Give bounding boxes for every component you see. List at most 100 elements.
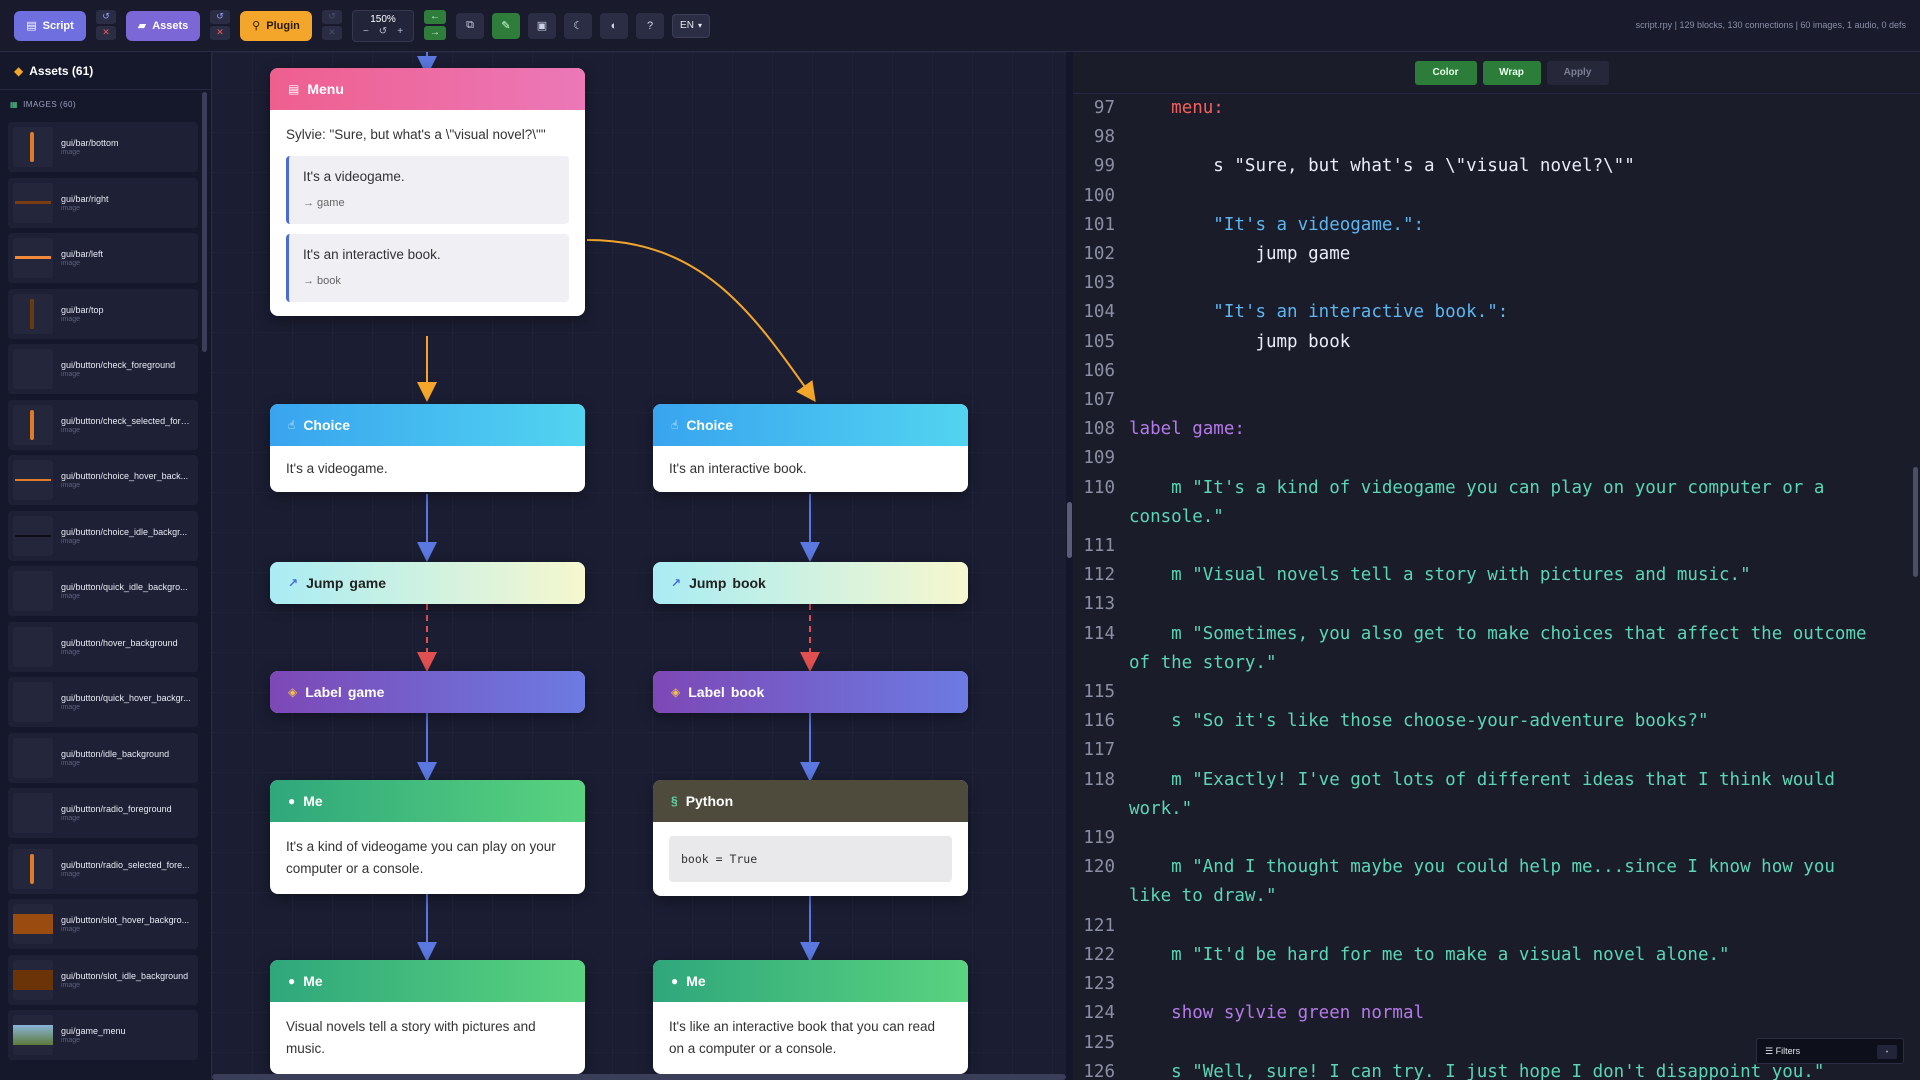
code-line[interactable]: 119: [1073, 824, 1920, 853]
choice-node-left[interactable]: ☝ Choice It's a videogame.: [270, 404, 585, 492]
code-line[interactable]: 118 m "Exactly! I've got lots of differe…: [1073, 766, 1920, 824]
resize-handle[interactable]: [1067, 502, 1072, 558]
code-line[interactable]: 106: [1073, 357, 1920, 386]
pen-icon[interactable]: ✎: [492, 12, 520, 39]
code-line[interactable]: 107: [1073, 386, 1920, 415]
moon-icon[interactable]: ☾: [564, 12, 592, 39]
code-line[interactable]: 104 "It's an interactive book.":: [1073, 298, 1920, 327]
script-button[interactable]: ▤ Script: [14, 10, 86, 41]
collapse-button[interactable]: •: [1877, 1045, 1897, 1059]
line-text: [1115, 970, 1885, 999]
dialogue-node-me[interactable]: ● Me It's a kind of videogame you can pla…: [270, 780, 585, 894]
save-icon[interactable]: ▣: [528, 12, 556, 39]
canvas-horizontal-scrollbar[interactable]: [212, 1074, 1066, 1080]
zoom-in-button[interactable]: +: [397, 26, 403, 37]
code-line[interactable]: 108 label game:: [1073, 415, 1920, 444]
refresh-icon[interactable]: ↺: [322, 9, 342, 24]
code-line[interactable]: 120 m "And I thought maybe you could hel…: [1073, 853, 1920, 911]
code-line[interactable]: 97 menu:: [1073, 94, 1920, 123]
asset-thumbnail: [13, 460, 53, 500]
asset-item[interactable]: gui/button/check_selected_fore... image: [8, 399, 198, 450]
refresh-icon[interactable]: ↺: [210, 9, 230, 24]
close-icon[interactable]: ✕: [322, 25, 342, 40]
filters-panel[interactable]: ☰ Filters •: [1756, 1038, 1904, 1064]
code-line[interactable]: 114 m "Sometimes, you also get to make c…: [1073, 620, 1920, 678]
asset-item[interactable]: gui/button/choice_hover_back... image: [8, 455, 198, 505]
asset-type: image: [61, 704, 81, 711]
asset-item[interactable]: gui/game_menu image: [8, 1010, 198, 1060]
python-node[interactable]: § Python book = True: [653, 780, 968, 896]
close-icon[interactable]: ✕: [210, 25, 230, 40]
code-line[interactable]: 122 m "It'd be hard for me to make a vis…: [1073, 941, 1920, 970]
sidebar-scrollbar[interactable]: [202, 92, 207, 352]
pointing-hand-icon: ☝: [671, 418, 679, 432]
asset-item[interactable]: gui/button/choice_idle_backgr... image: [8, 510, 198, 561]
asset-item[interactable]: gui/bar/right image: [8, 177, 198, 228]
pane-divider[interactable]: [1066, 52, 1073, 1080]
code-area[interactable]: 97 menu: 98 99 s "Sure, but what's a \"vis…: [1073, 94, 1920, 1080]
zoom-out-button[interactable]: −: [363, 26, 369, 37]
menu-node[interactable]: ▤ Menu Sylvie: "Sure, but what's a \"visu…: [270, 68, 585, 316]
asset-item[interactable]: gui/bar/left image: [8, 233, 198, 283]
dialogue-node-me[interactable]: ● Me Visual novels tell a story with pict…: [270, 960, 585, 1074]
code-line[interactable]: 123: [1073, 970, 1920, 999]
code-line[interactable]: 112 m "Visual novels tell a story with p…: [1073, 561, 1920, 590]
asset-name: gui/bar/top: [61, 304, 104, 315]
code-line[interactable]: 113: [1073, 590, 1920, 619]
asset-item[interactable]: gui/button/hover_background image: [8, 621, 198, 672]
editor-scrollbar[interactable]: [1913, 467, 1918, 577]
label-node-left[interactable]: ◈ Label game: [270, 671, 585, 713]
asset-name: gui/button/check_foreground: [61, 360, 176, 370]
plugin-button[interactable]: ⚲ Plugin: [240, 10, 312, 41]
images-section-header[interactable]: ▦ IMAGES (60): [0, 90, 211, 118]
code-line[interactable]: 110 m "It's a kind of videogame you can …: [1073, 474, 1920, 532]
code-line[interactable]: 101 "It's a videogame.":: [1073, 211, 1920, 240]
asset-item[interactable]: gui/bar/top image: [8, 288, 198, 339]
code-line[interactable]: 116 s "So it's like those choose-your-ad…: [1073, 707, 1920, 736]
code-line[interactable]: 121: [1073, 912, 1920, 941]
palette-icon[interactable]: ◐: [600, 12, 628, 39]
duplicate-icon[interactable]: ⧉: [456, 12, 484, 39]
code-line[interactable]: 98: [1073, 123, 1920, 152]
code-line[interactable]: 99 s "Sure, but what's a \"visual novel?…: [1073, 152, 1920, 181]
code-line[interactable]: 124 show sylvie green normal: [1073, 999, 1920, 1028]
asset-item[interactable]: gui/button/quick_hover_backgr... image: [8, 677, 198, 727]
speech-bubble-icon: ●: [288, 794, 296, 808]
asset-item[interactable]: gui/button/slot_hover_backgro... image: [8, 899, 198, 949]
language-select[interactable]: EN ▾: [672, 13, 710, 38]
jump-node-left[interactable]: ↗ Jump game: [270, 562, 585, 604]
jump-node-right[interactable]: ↗ Jump book: [653, 562, 968, 604]
asset-item[interactable]: gui/button/quick_idle_backgro... image: [8, 566, 198, 616]
asset-item[interactable]: gui/button/radio_foreground image: [8, 788, 198, 838]
choice-node-right[interactable]: ☝ Choice It's an interactive book.: [653, 404, 968, 492]
flow-canvas[interactable]: ▤ Menu Sylvie: "Sure, but what's a \"visu…: [212, 52, 1066, 1080]
label-node-right[interactable]: ◈ Label book: [653, 671, 968, 713]
assets-button[interactable]: ▰ Assets: [126, 10, 200, 41]
apply-button[interactable]: Apply: [1546, 60, 1609, 85]
code-line[interactable]: 100: [1073, 182, 1920, 211]
asset-item[interactable]: gui/button/slot_idle_background image: [8, 954, 198, 1005]
menu-option[interactable]: It's an interactive book. → book: [286, 234, 569, 302]
zoom-reset-button[interactable]: ↺: [379, 26, 387, 37]
asset-item[interactable]: gui/button/idle_background image: [8, 732, 198, 783]
code-line[interactable]: 117: [1073, 736, 1920, 765]
code-line[interactable]: 111: [1073, 532, 1920, 561]
code-line[interactable]: 103: [1073, 269, 1920, 298]
asset-item[interactable]: gui/button/radio_selected_fore... image: [8, 843, 198, 894]
help-button[interactable]: ?: [636, 12, 664, 39]
asset-item[interactable]: gui/bar/bottom image: [8, 122, 198, 172]
menu-option[interactable]: It's a videogame. → game: [286, 156, 569, 224]
code-line[interactable]: 105 jump book: [1073, 328, 1920, 357]
arrow-left-icon[interactable]: ←: [424, 9, 446, 24]
code-line[interactable]: 109: [1073, 444, 1920, 473]
dialogue-node-me[interactable]: ● Me It's like an interactive book that y…: [653, 960, 968, 1074]
arrow-right-icon[interactable]: →: [424, 25, 446, 40]
code-line[interactable]: 115: [1073, 678, 1920, 707]
code-line[interactable]: 102 jump game: [1073, 240, 1920, 269]
color-toggle-button[interactable]: Color: [1414, 60, 1477, 85]
refresh-icon[interactable]: ↺: [96, 9, 116, 24]
asset-item[interactable]: gui/button/check_foreground image: [8, 344, 198, 394]
wrap-toggle-button[interactable]: Wrap: [1482, 60, 1541, 85]
asset-type: image: [61, 593, 81, 600]
close-icon[interactable]: ✕: [96, 25, 116, 40]
